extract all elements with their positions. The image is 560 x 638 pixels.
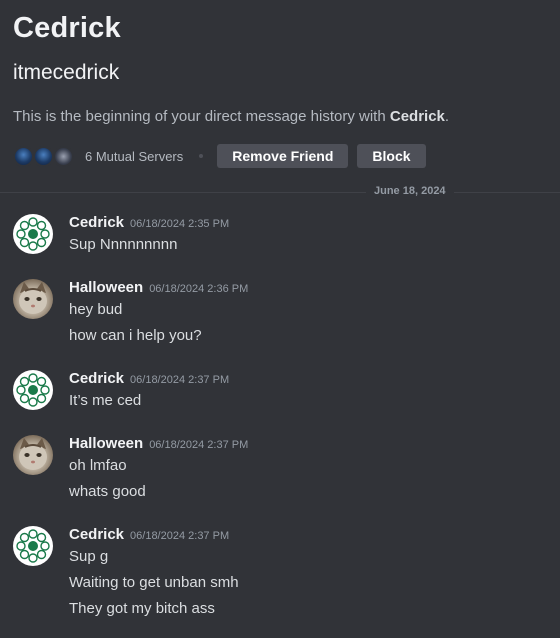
- dm-intro-text: This is the beginning of your direct mes…: [13, 108, 449, 125]
- message-text: They got my bitch ass: [69, 600, 215, 617]
- message-author[interactable]: Halloween 06/18/2024 2:36 PM: [69, 279, 248, 296]
- avatar[interactable]: [13, 214, 53, 254]
- message-text: Waiting to get unban smh: [69, 574, 239, 591]
- dm-channel: Cedrick itmecedrick This is the beginnin…: [0, 0, 560, 638]
- message-text: Sup g: [69, 548, 109, 565]
- server-icon[interactable]: [33, 145, 54, 167]
- profile-username: itmecedrick: [13, 61, 120, 84]
- remove-friend-button[interactable]: Remove Friend: [217, 144, 349, 168]
- message-text: Sup Nnnnnnnnn: [69, 236, 178, 253]
- message-author[interactable]: Cedrick 06/18/2024 2:35 PM: [69, 214, 229, 231]
- intro-prefix: This is the beginning of your direct mes…: [13, 108, 390, 125]
- profile-display-name: Cedrick: [13, 12, 121, 44]
- avatar[interactable]: [13, 526, 53, 566]
- intro-suffix: .: [444, 108, 450, 125]
- author-name[interactable]: Cedrick: [69, 526, 124, 543]
- server-icon[interactable]: [53, 145, 74, 167]
- server-icon[interactable]: [13, 145, 34, 167]
- separator-dot: [199, 154, 204, 158]
- author-name[interactable]: Cedrick: [69, 370, 124, 387]
- message-text: hey bud: [69, 301, 123, 318]
- author-name[interactable]: Halloween: [69, 435, 143, 452]
- message-text: It’s me ced: [69, 392, 142, 409]
- message-timestamp: 06/18/2024 2:37 PM: [130, 530, 230, 542]
- message-author[interactable]: Halloween 06/18/2024 2:37 PM: [69, 435, 248, 452]
- mutual-server-icons[interactable]: [13, 145, 77, 167]
- avatar[interactable]: [13, 279, 53, 319]
- intro-name: Cedrick: [389, 108, 445, 125]
- cat-avatar-icon: [19, 282, 47, 314]
- cat-avatar-icon: [19, 438, 47, 470]
- avatar[interactable]: [13, 370, 53, 410]
- mutual-servers-link[interactable]: 6 Mutual Servers: [85, 149, 183, 164]
- message-author[interactable]: Cedrick 06/18/2024 2:37 PM: [69, 526, 229, 543]
- message-author[interactable]: Cedrick 06/18/2024 2:37 PM: [69, 370, 229, 387]
- cedrick-avatar-icon: [13, 370, 53, 410]
- block-button[interactable]: Block: [357, 144, 426, 168]
- message-timestamp: 06/18/2024 2:35 PM: [130, 218, 230, 230]
- message-timestamp: 06/18/2024 2:36 PM: [149, 283, 249, 295]
- message-text: oh lmfao: [69, 457, 127, 474]
- cedrick-avatar-icon: [13, 214, 53, 254]
- message-text: how can i help you?: [69, 327, 202, 344]
- author-name[interactable]: Cedrick: [69, 214, 124, 231]
- message-timestamp: 06/18/2024 2:37 PM: [149, 439, 249, 451]
- author-name[interactable]: Halloween: [69, 279, 143, 296]
- avatar[interactable]: [13, 435, 53, 475]
- date-divider-label: June 18, 2024: [366, 185, 454, 197]
- message-text: whats good: [69, 483, 146, 500]
- message-timestamp: 06/18/2024 2:37 PM: [130, 374, 230, 386]
- profile-actions-row: 6 Mutual Servers Remove Friend Block: [13, 143, 435, 169]
- date-divider: [0, 192, 560, 193]
- cedrick-avatar-icon: [13, 526, 53, 566]
